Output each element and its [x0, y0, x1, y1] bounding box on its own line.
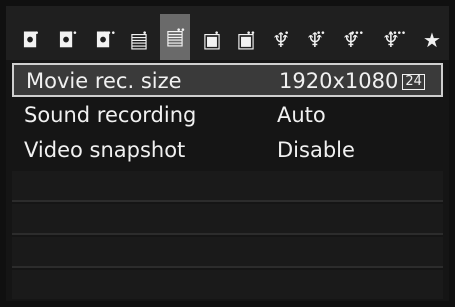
menu-item-value: 1920x1080 24 [279, 69, 425, 93]
tab-page-dots: ••• [350, 29, 364, 39]
tab-page-dots: •• [68, 29, 78, 39]
tab-movie-2[interactable]: ▤ •• [160, 14, 190, 60]
menu-item-label: Video snapshot [24, 138, 186, 162]
tab-page-dots: • [34, 29, 39, 39]
menu-item-video-snapshot[interactable]: Video snapshot Disable [12, 134, 443, 168]
menu-item-sound-recording[interactable]: Sound recording Auto [12, 99, 443, 133]
star-icon: ★ [423, 28, 441, 52]
tab-setup-4[interactable]: ♆ •••• [374, 26, 408, 54]
row-divider [12, 266, 443, 268]
tab-playback-1[interactable]: ▣ • [198, 26, 226, 54]
tab-playback-2[interactable]: ▣ •• [232, 26, 260, 54]
tab-page-dots: •• [246, 29, 256, 39]
menu-tab-bar: ◘ • ◘ •• ◘ ••• ▤ • ▤ •• ▣ • ▣ •• ♆ • ♆ •… [6, 6, 449, 60]
camera-menu-screen: ◘ • ◘ •• ◘ ••• ▤ • ▤ •• ▣ • ▣ •• ♆ • ♆ •… [0, 0, 455, 307]
empty-menu-row [12, 204, 443, 233]
tab-page-dots: • [214, 29, 219, 39]
menu-item-value: Disable [277, 138, 355, 162]
tab-setup-1[interactable]: ♆ • [268, 26, 294, 54]
playback-icon: ▣ [202, 28, 222, 52]
tab-my-menu[interactable]: ★ [418, 26, 446, 54]
empty-menu-row [12, 171, 443, 200]
menu-item-value: Auto [277, 103, 326, 127]
movie-size-value: 1920x1080 [279, 69, 399, 93]
menu-item-movie-rec-size[interactable]: Movie rec. size 1920x1080 24 [12, 63, 443, 97]
tab-page-dots: ••• [102, 29, 116, 39]
empty-menu-row [12, 237, 443, 266]
tab-shoot-1[interactable]: ◘ • [16, 26, 44, 54]
menu-item-label: Sound recording [24, 103, 197, 127]
tab-page-dots: •••• [388, 29, 406, 39]
tab-page-dots: • [284, 29, 289, 39]
row-divider [12, 200, 443, 202]
row-divider [12, 233, 443, 235]
tab-setup-3[interactable]: ♆ ••• [336, 26, 366, 54]
tab-page-dots: • [142, 29, 147, 39]
tab-setup-2[interactable]: ♆ •• [302, 26, 328, 54]
empty-menu-row [12, 270, 443, 299]
tab-shoot-3[interactable]: ◘ ••• [88, 26, 118, 54]
tab-page-dots: •• [176, 26, 186, 36]
tab-movie-1[interactable]: ▤ • [124, 26, 154, 54]
tab-shoot-2[interactable]: ◘ •• [52, 26, 80, 54]
tab-page-dots: •• [316, 29, 326, 39]
menu-item-label: Movie rec. size [26, 69, 182, 93]
frame-rate-badge: 24 [402, 74, 425, 90]
